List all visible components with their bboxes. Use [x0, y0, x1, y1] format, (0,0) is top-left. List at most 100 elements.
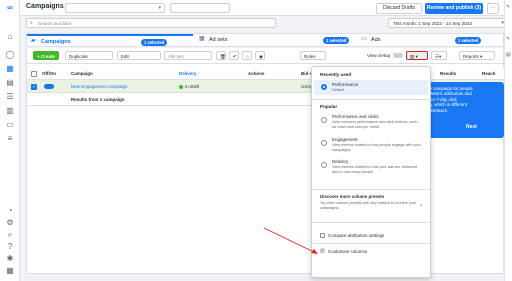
search-rail-icon[interactable]: ⌕ — [5, 230, 15, 240]
undo-icon[interactable]: ↶ — [229, 51, 239, 60]
reports-label: Reports — [463, 54, 479, 59]
more-options-icon[interactable]: ⋯ — [487, 3, 499, 14]
delivery-sub: View metrics related to how your ads are… — [332, 165, 417, 174]
chart-icon[interactable]: ▤ — [506, 52, 511, 58]
rules-label: Rules — [304, 54, 316, 59]
menu-icon[interactable]: ≡ — [5, 134, 15, 144]
delivery-label[interactable]: Delivery — [332, 159, 348, 164]
engagement-sub: View metrics related to how people engag… — [332, 143, 421, 152]
campaign-name-link[interactable]: New Engagement campaign — [71, 80, 128, 93]
secondary-input[interactable] — [170, 3, 230, 13]
billing-icon[interactable]: ▭ — [5, 120, 15, 130]
chevron-right-icon[interactable]: › — [420, 203, 422, 209]
engagement-label[interactable]: Engagement — [332, 137, 358, 142]
preview-icon[interactable]: ◉ — [255, 51, 265, 60]
pencil-icon[interactable]: ✎ — [506, 36, 510, 42]
reports-button[interactable]: Reports ▾ — [459, 51, 495, 60]
customise-columns-label: Customise columns — [328, 248, 368, 254]
tooltip-popover: ion campaign for people ... Metric attri… — [422, 82, 504, 138]
tab-campaigns[interactable]: ▰ Campaigns 1 selected — [27, 34, 193, 46]
draft-status-dot — [179, 84, 183, 89]
breakdown-button[interactable]: ☰▾ — [431, 51, 447, 60]
settings-icon[interactable]: ⚙ — [5, 218, 15, 228]
customise-columns-button[interactable]: ▥ Customise columns — [315, 246, 427, 256]
duplicate-button[interactable]: Duplicate — [65, 51, 113, 60]
performance-clicks-sub: View common performance and click metric… — [332, 120, 418, 129]
home-icon[interactable]: ⌂ — [5, 32, 15, 42]
grid-apps-icon[interactable]: ▦ — [5, 266, 15, 276]
account-selector[interactable]: ▾ — [65, 3, 165, 13]
create-button[interactable]: + Create — [33, 51, 59, 60]
audience-icon[interactable]: ☰ — [5, 92, 15, 102]
column-campaign[interactable]: Campaign — [71, 68, 93, 80]
column-delivery[interactable]: Delivery ↑ — [179, 68, 200, 80]
radio-delivery[interactable] — [321, 162, 327, 168]
on-off-toggle[interactable] — [44, 84, 54, 89]
popover-text: ion campaign for people ... Metric attri… — [426, 86, 502, 113]
discover-heading[interactable]: Discover more column presets — [320, 194, 384, 199]
grid-icon: ▦ — [199, 36, 205, 42]
tab-ad-sets[interactable]: ▦ Ad sets 1 selected — [195, 34, 355, 46]
toolbar: + Create Duplicate Edit A/B test 🗑 ↶ ⌂ ◉… — [26, 48, 504, 64]
ads-selected-badge[interactable]: 1 selected — [455, 37, 482, 44]
search-input[interactable]: ⌕ Search and filter — [26, 18, 276, 28]
page-title: Campaigns — [26, 3, 64, 10]
column-reach[interactable]: Reach — [482, 68, 496, 80]
discard-drafts-button[interactable]: Discard Drafts — [376, 3, 422, 14]
pages-icon[interactable]: ▤ — [5, 78, 15, 88]
divider — [312, 222, 430, 223]
performance-clicks-label[interactable]: Performance and clicks — [332, 114, 379, 119]
delete-icon[interactable]: 🗑 — [216, 51, 226, 60]
meta-logo-icon[interactable]: ∞ — [5, 3, 15, 13]
recently-used-heading: Recently used — [320, 72, 352, 77]
divider — [312, 243, 430, 244]
results-summary: Results from 1 campaign — [71, 97, 125, 102]
select-all-checkbox[interactable] — [31, 71, 37, 77]
edit-button[interactable]: Edit — [117, 51, 161, 60]
row-checkbox[interactable]: ✓ — [31, 83, 37, 90]
date-range-picker[interactable]: This month: 1 Sep 2023 - 14 Sep 2023 ▾ — [388, 18, 508, 28]
view-setup-label[interactable]: View Setup — [367, 53, 390, 58]
columns-dropdown-menu: Recently used Performance Default Popula… — [311, 66, 431, 278]
column-actions[interactable]: Actions — [248, 68, 265, 80]
popular-heading: Popular — [320, 104, 338, 109]
popover-next-button[interactable]: Next — [466, 124, 477, 130]
divider — [312, 189, 430, 190]
account-icon[interactable]: ◯ — [5, 50, 15, 60]
edit-label: Edit — [121, 54, 129, 59]
left-navigation-rail: ∞ ⌂ ◯ ▦ ▤ ☰ ▥ ▭ ≡ ◔ ⚙ ⌕ ? ✱ ▦ — [0, 0, 20, 281]
top-bar: Campaigns ▾ Discard Drafts Review and pu… — [20, 0, 512, 16]
radio-performance[interactable] — [321, 84, 327, 90]
tab-ad-sets-label: Ad sets — [209, 37, 228, 43]
rules-button[interactable]: Rules — [300, 51, 326, 60]
reports-icon[interactable]: ▥ — [5, 106, 15, 116]
compare-attribution-label[interactable]: Compare attribution settings — [328, 233, 384, 238]
review-publish-button[interactable]: Review and publish (3) — [425, 3, 483, 14]
notifications-icon[interactable]: ◔ — [5, 206, 15, 216]
filter-bar: ⌕ Search and filter This month: 1 Sep 20… — [20, 16, 512, 30]
help-icon[interactable]: ? — [5, 242, 15, 252]
radio-engagement[interactable] — [321, 140, 327, 146]
option-performance[interactable]: Performance Default — [314, 80, 428, 95]
columns-button[interactable]: ▥ ▾ — [406, 51, 428, 60]
campaigns-selected-badge[interactable]: 1 selected — [141, 39, 168, 46]
level-tabs: ▰ Campaigns 1 selected ▦ Ad sets 1 selec… — [26, 33, 504, 47]
search-placeholder: Search and filter — [38, 20, 72, 26]
view-setup-toggle[interactable] — [393, 53, 403, 58]
column-off-on[interactable]: Off/On — [42, 68, 56, 80]
date-range-label: This month: 1 Sep 2023 - 14 Sep 2023 — [393, 20, 472, 26]
performance-label: Performance — [332, 82, 359, 87]
campaigns-grid-icon[interactable]: ▦ — [5, 64, 15, 74]
bug-icon[interactable]: ✱ — [5, 254, 15, 264]
column-results[interactable]: Results — [440, 68, 456, 80]
ad-icon: ▭ — [361, 36, 367, 42]
edit-pencil-icon[interactable]: ✎ — [506, 4, 510, 10]
ad-sets-selected-badge[interactable]: 1 selected — [323, 37, 350, 44]
ab-test-button[interactable]: A/B test — [164, 51, 212, 60]
ab-test-label: A/B test — [168, 54, 184, 59]
tag-icon[interactable]: ⌂ — [242, 51, 252, 60]
annotation-arrow — [263, 227, 318, 254]
tab-campaigns-label: Campaigns — [41, 39, 71, 45]
radio-performance-clicks[interactable] — [321, 117, 327, 123]
tab-ads[interactable]: ▭ Ads 1 selected — [357, 34, 503, 46]
